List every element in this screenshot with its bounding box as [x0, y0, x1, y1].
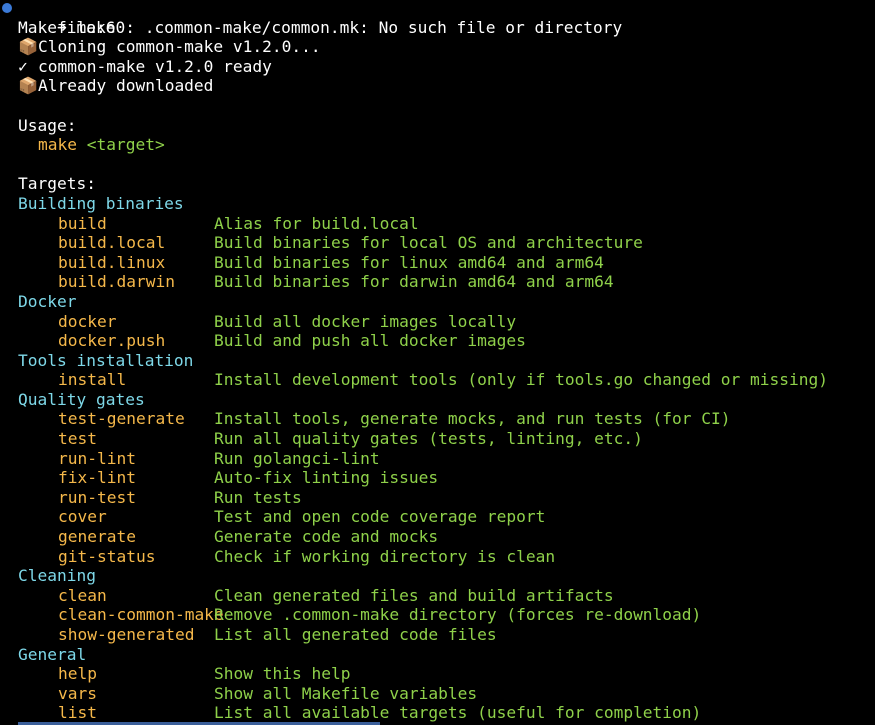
target-row: install Install development tools (only i…: [0, 370, 875, 390]
target-description: Auto-fix linting issues: [214, 468, 439, 488]
target-name: show-generated: [58, 625, 195, 644]
section-title: Cleaning: [18, 566, 96, 586]
target-name: vars: [58, 683, 97, 703]
target-name: install: [58, 370, 127, 390]
targets-heading: Targets:: [18, 174, 96, 194]
target-description: Build binaries for darwin amd64 and arm6…: [214, 272, 614, 292]
target-row: git-status Check if working directory is …: [0, 547, 875, 567]
target-name: build.darwin: [58, 272, 175, 292]
prompt-status-dot-icon: [2, 3, 12, 13]
target-name: help: [58, 664, 97, 684]
message-line: 📦Already downloaded: [0, 76, 875, 96]
target-description: List all available targets (useful for c…: [214, 703, 702, 723]
target-name: git-status: [58, 546, 156, 566]
target-description: Remove .common-make directory (forces re…: [214, 605, 702, 625]
target-description: Show this help: [214, 664, 351, 684]
target-description: Install development tools (only if tools…: [214, 370, 828, 390]
target-row: show-generated List all generated code fi…: [0, 625, 875, 645]
package-icon: 📦: [18, 76, 39, 96]
target-description: Check if working directory is clean: [214, 546, 556, 566]
target-description: Install tools, generate mocks, and run t…: [214, 409, 731, 429]
usage-command: make: [38, 135, 77, 155]
target-description: Run all quality gates (tests, linting, e…: [214, 429, 643, 449]
target-name: build.local: [58, 233, 166, 253]
targets-list: Building binaries build Alias for build.lo…: [0, 194, 875, 723]
target-name: run-lint: [58, 448, 136, 468]
terminal-output: ➜ make Makefile:60: .common-make/common.…: [0, 0, 875, 723]
target-name: build: [58, 213, 107, 233]
target-name: test: [58, 429, 97, 449]
target-row: run-test Run tests: [0, 488, 875, 508]
target-description: Show all Makefile variables: [214, 683, 478, 703]
usage-heading: Usage:: [18, 115, 77, 135]
message-text: common-make v1.2.0 ready: [38, 56, 272, 76]
target-name: clean-common-make: [58, 605, 224, 625]
prompt-line: ➜ make: [0, 0, 875, 37]
target-description: Clean generated files and build artifact…: [214, 585, 614, 605]
target-name: run-test: [58, 487, 136, 507]
target-row: list List all available targets (useful f…: [0, 703, 875, 723]
target-description: Alias for build.local: [214, 213, 419, 233]
target-row: clean-common-makeRemove .common-make dir…: [0, 605, 875, 625]
target-row: build Alias for build.local: [0, 214, 875, 234]
target-row: build.local Build binaries for local OS a…: [0, 233, 875, 253]
message-line: 📦Cloning common-make v1.2.0...: [0, 37, 875, 57]
target-description: Build binaries for linux amd64 and arm64: [214, 252, 604, 272]
target-row: help Show this help: [0, 664, 875, 684]
target-row: generate Generate code and mocks: [0, 527, 875, 547]
target-description: Build all docker images locally: [214, 311, 517, 331]
section-title: Quality gates: [18, 389, 145, 409]
target-description: Run golangci-lint: [214, 448, 380, 468]
target-row: build.linux Build binaries for linux amd6…: [0, 253, 875, 273]
usage-arg: <target>: [86, 135, 165, 155]
target-description: Run tests: [214, 487, 302, 507]
target-row: run-lint Run golangci-lint: [0, 449, 875, 469]
target-name: docker.push: [58, 331, 166, 351]
target-row: build.darwin Build binaries for darwin am…: [0, 272, 875, 292]
target-row: test Run all quality gates (tests, lintin…: [0, 429, 875, 449]
target-description: Build and push all docker images: [214, 331, 526, 351]
target-description: Build binaries for local OS and architec…: [214, 233, 643, 253]
target-row: test-generate Install tools, generate moc…: [0, 409, 875, 429]
target-description: List all generated code files: [214, 625, 497, 644]
message-line: ✓ common-make v1.2.0 ready: [0, 57, 875, 77]
target-row: fix-lint Auto-fix linting issues: [0, 468, 875, 488]
message-text: Already downloaded: [38, 76, 214, 96]
section-title: Building binaries: [18, 193, 184, 213]
target-name: fix-lint: [58, 468, 136, 488]
target-name: generate: [58, 527, 136, 547]
target-row: clean Clean generated files and build art…: [0, 586, 875, 606]
message-line: Makefile:60: .common-make/common.mk: No …: [0, 18, 875, 38]
section-title: Docker: [18, 291, 77, 311]
target-name: test-generate: [58, 409, 185, 429]
checkmark-icon: ✓: [18, 56, 28, 76]
target-row: vars Show all Makefile variables: [0, 684, 875, 704]
target-description: Test and open code coverage report: [214, 507, 546, 527]
target-name: clean: [58, 585, 107, 605]
message-text: Makefile:60: .common-make/common.mk: No …: [18, 17, 623, 37]
target-description: Generate code and mocks: [214, 527, 439, 547]
target-row: docker Build all docker images locally: [0, 312, 875, 332]
message-text: Cloning common-make v1.2.0...: [38, 37, 321, 57]
target-row: cover Test and open code coverage report: [0, 507, 875, 527]
target-name: build.linux: [58, 252, 166, 272]
target-name: list: [58, 703, 97, 723]
usage-line: make <target>: [0, 135, 875, 155]
package-icon: 📦: [18, 37, 39, 57]
section-title: General: [18, 644, 87, 664]
target-row: docker.push Build and push all docker ima…: [0, 331, 875, 351]
section-title: Tools installation: [18, 350, 194, 370]
target-name: docker: [58, 311, 117, 331]
target-name: cover: [58, 507, 107, 527]
